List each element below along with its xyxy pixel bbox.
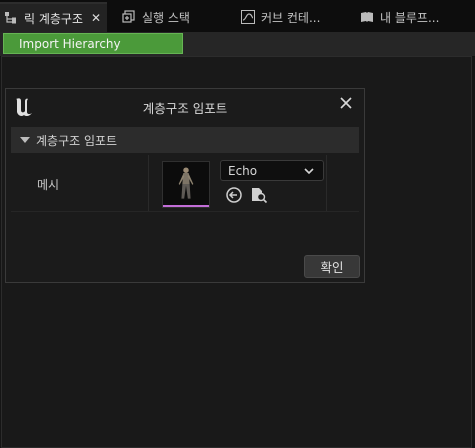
tab-label: 내 블루프...	[380, 10, 440, 25]
curve-icon	[241, 10, 255, 24]
import-hierarchy-button[interactable]: Import Hierarchy	[3, 33, 183, 54]
tab-label: 커브 컨테...	[261, 10, 321, 25]
stack-icon	[122, 10, 135, 23]
mesh-value: Echo	[228, 163, 258, 178]
dialog-title: 계층구조 임포트	[142, 101, 228, 116]
browse-asset-icon[interactable]	[250, 186, 268, 204]
tab-execution-stack[interactable]: 실행 스택	[122, 4, 190, 30]
chevron-down-icon	[304, 168, 314, 175]
book-icon	[361, 12, 373, 22]
tab-curve-container[interactable]: 커브 컨테...	[241, 4, 320, 30]
import-hierarchy-dialog: 계층구조 임포트 계층구조 임포트 메시 Echo 확인	[5, 88, 365, 283]
mesh-property-row: 메시 Echo	[11, 155, 359, 212]
column-divider[interactable]	[148, 155, 149, 211]
close-icon[interactable]	[338, 95, 354, 111]
section-title: 계층구조 임포트	[36, 133, 118, 148]
tab-bar: 릭 계층구조 ✕ 실행 스택 커브 컨테... 내 블루프...	[0, 0, 475, 32]
use-selected-asset-icon[interactable]	[225, 186, 243, 204]
mesh-thumbnail[interactable]	[162, 161, 210, 208]
tab-rig-hierarchy[interactable]: 릭 계층구조 ✕	[0, 2, 108, 32]
mesh-label: 메시	[37, 178, 60, 192]
close-icon[interactable]: ✕	[91, 11, 101, 25]
tab-label: 실행 스택	[142, 10, 190, 25]
tab-label: 릭 계층구조	[24, 11, 84, 26]
hierarchy-icon	[5, 12, 16, 24]
character-mesh-icon	[178, 167, 194, 199]
dialog-title-bar[interactable]: 계층구조 임포트	[6, 89, 364, 123]
collapse-arrow-icon[interactable]	[20, 137, 30, 143]
tab-my-blueprint[interactable]: 내 블루프...	[360, 4, 439, 30]
asset-type-bar	[163, 205, 209, 207]
mesh-combo-box[interactable]: Echo	[220, 160, 324, 181]
column-divider	[326, 155, 327, 211]
toolbar: Import Hierarchy	[0, 32, 475, 57]
ok-button[interactable]: 확인	[304, 255, 360, 278]
section-header[interactable]: 계층구조 임포트	[11, 127, 359, 153]
